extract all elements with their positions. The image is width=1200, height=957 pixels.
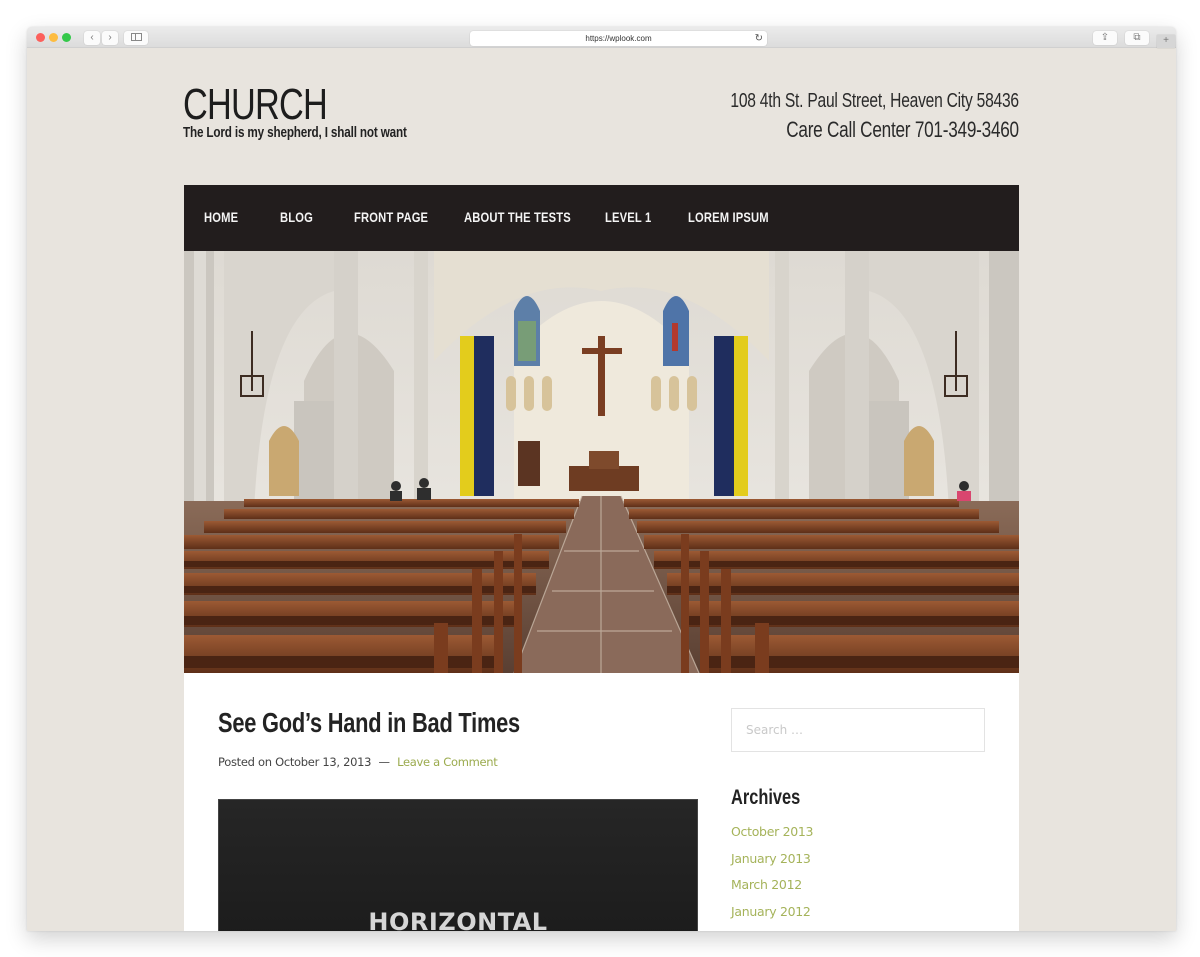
leave-comment-link[interactable]: Leave a Comment (397, 755, 498, 769)
nav-item-about-the-tests[interactable]: About The Tests (464, 209, 571, 225)
web-page: CHURCH The Lord is my shepherd, I shall … (27, 48, 1176, 931)
reload-icon[interactable]: ↻ (755, 31, 763, 46)
church-address: 108 4th St. Paul Street, Heaven City 584… (730, 90, 1019, 112)
list-item: October 2013 (731, 823, 814, 850)
url-text: https://wplook.com (585, 34, 652, 43)
search-input[interactable] (731, 708, 985, 752)
header-contact: 108 4th St. Paul Street, Heaven City 584… (649, 90, 1019, 143)
posted-on-label: Posted on (218, 755, 272, 769)
nav-item-front-page[interactable]: Front Page (354, 209, 428, 225)
archives-list: October 2013 January 2013 March 2012 Jan… (731, 823, 814, 930)
new-tab-button[interactable]: + (1157, 35, 1175, 48)
list-item: January 2012 (731, 903, 813, 930)
tabs-icon: ⧉ (1133, 32, 1141, 43)
minimize-window-button[interactable] (49, 33, 58, 42)
show-tabs-button[interactable]: ⧉ (1125, 31, 1149, 45)
plus-icon: + (1163, 35, 1169, 46)
site-tagline: The Lord is my shepherd, I shall not wan… (183, 124, 407, 141)
browser-titlebar: ‹ › https://wplook.com ↻ ⇪ ⧉ + (27, 27, 1176, 48)
archive-link-october-2013[interactable]: October 2013 (731, 824, 814, 839)
share-button[interactable]: ⇪ (1093, 31, 1117, 45)
site-title[interactable]: CHURCH (183, 82, 328, 128)
chevron-right-icon: › (108, 32, 112, 43)
post-featured-image[interactable]: HORIZONTAL (218, 799, 698, 931)
browser-window: ‹ › https://wplook.com ↻ ⇪ ⧉ + CHURCH Th… (27, 27, 1176, 931)
main-navigation: Home Blog Front Page About The Tests Lev… (184, 185, 1019, 251)
archive-link-march-2012[interactable]: March 2012 (731, 877, 802, 892)
close-window-button[interactable] (36, 33, 45, 42)
share-icon: ⇪ (1100, 32, 1110, 43)
zoom-window-button[interactable] (62, 33, 71, 42)
list-item: March 2012 (731, 876, 813, 903)
nav-item-blog[interactable]: Blog (280, 209, 313, 225)
chevron-left-icon: ‹ (90, 32, 94, 43)
nav-item-lorem-ipsum[interactable]: Lorem Ipsum (688, 209, 769, 225)
archive-link-january-2013[interactable]: January 2013 (731, 851, 811, 866)
post-date: October 13, 2013 (275, 755, 372, 769)
meta-separator: — (378, 755, 391, 769)
hero-church-image (184, 251, 1019, 673)
post-meta: Posted on October 13, 2013 — Leave a Com… (218, 755, 498, 769)
featured-image-text: HORIZONTAL (368, 908, 548, 931)
care-call-phone: Care Call Center 701-349-3460 (786, 117, 1019, 142)
sidebar-toggle-button[interactable] (124, 31, 148, 45)
forward-button[interactable]: › (102, 31, 118, 45)
address-bar[interactable]: https://wplook.com ↻ (470, 31, 767, 46)
sidebar-icon (130, 33, 142, 41)
nav-item-level-1[interactable]: Level 1 (605, 209, 651, 225)
archives-widget-title: Archives (731, 786, 801, 809)
post-title[interactable]: See God’s Hand in Bad Times (218, 707, 520, 739)
back-button[interactable]: ‹ (84, 31, 100, 45)
content-area: See God’s Hand in Bad Times Posted on Oc… (184, 673, 1019, 931)
archive-link-january-2012[interactable]: January 2012 (731, 904, 811, 919)
church-interior-illustration (184, 251, 1019, 673)
nav-item-home[interactable]: Home (204, 209, 238, 225)
list-item: January 2013 (731, 850, 813, 877)
